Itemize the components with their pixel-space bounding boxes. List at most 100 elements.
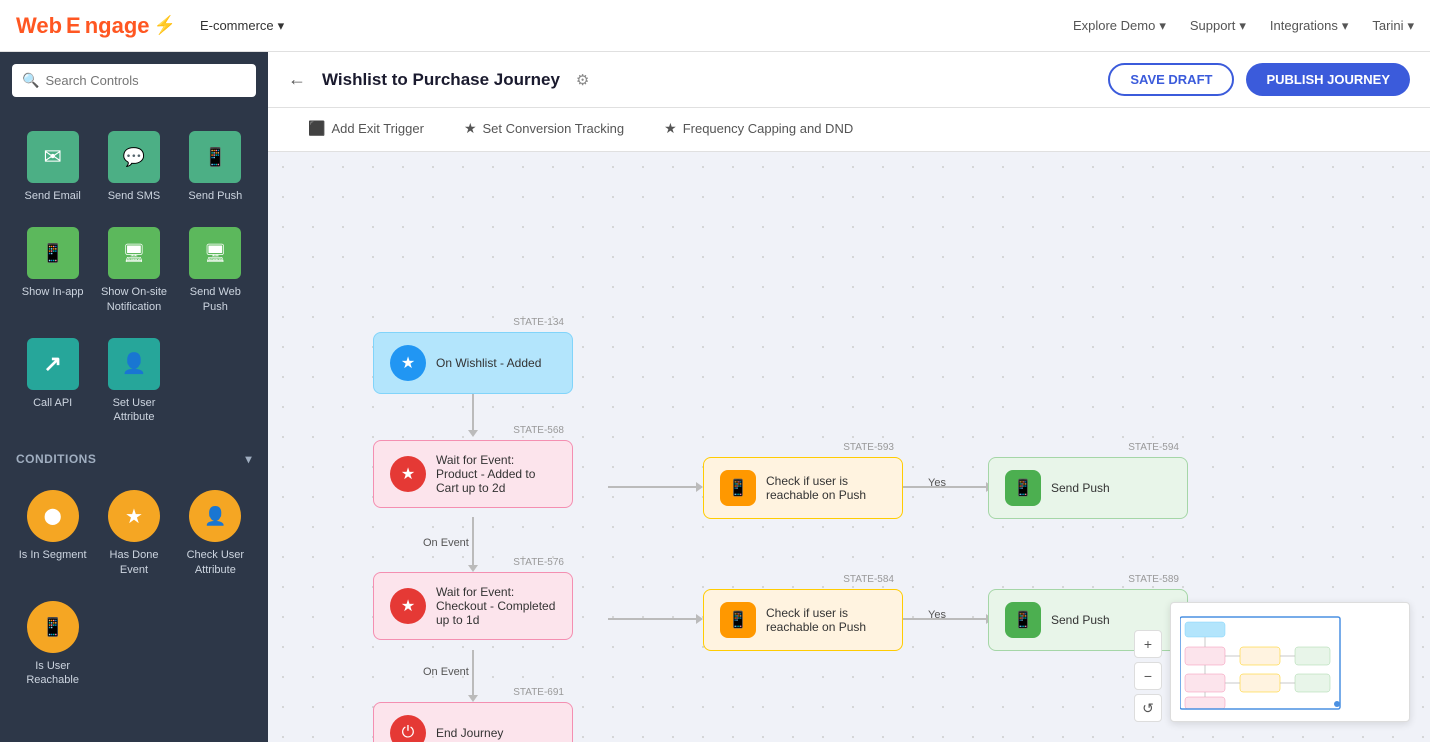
node-state-134[interactable]: STATE-134 ★ On Wishlist - Added [373,332,573,394]
zoom-in-button[interactable]: + [1134,630,1162,658]
state-593-label: Check if user is reachable on Push [766,474,886,502]
send-push-icon: 📱 [189,131,241,183]
send-web-push-icon: 🖥 [189,227,241,279]
wait2-star-icon: ★ [390,588,426,624]
sidebar-item-show-onsite[interactable]: 🖥 Show On-site Notification [93,213,174,324]
minimap-controls: + − ↺ [1134,630,1162,722]
state-584-id: STATE-584 [843,574,894,585]
send-email-icon: ✉ [27,131,79,183]
send-email-label: Send Email [25,189,81,203]
trigger-star-icon: ★ [390,345,426,381]
is-in-segment-label: Is In Segment [19,548,87,562]
state-134-id: STATE-134 [513,317,564,328]
sendpush1-id: STATE-594 [1128,442,1179,453]
logo-highlight: E [66,13,81,39]
content-area: ← Wishlist to Purchase Journey ⚙ SAVE DR… [268,52,1430,742]
sidebar-item-send-push[interactable]: 📱 Send Push [175,117,256,213]
has-done-event-label: Has Done Event [99,548,168,577]
on-event-label-2: On Event [423,666,469,678]
tab-conversion[interactable]: ★ Set Conversion Tracking [444,108,644,151]
minimap-svg [1180,612,1400,712]
show-onsite-label: Show On-site Notification [99,285,168,314]
conditions-header[interactable]: CONDITIONS ▾ [0,442,268,472]
ecommerce-dropdown[interactable]: E-commerce ▾ [200,18,284,34]
sidebar-item-has-done-event[interactable]: ★ Has Done Event [93,476,174,587]
support-dropdown[interactable]: Support ▾ [1190,18,1246,34]
yes-label-1: Yes [928,477,946,489]
user-chevron-icon: ▾ [1407,18,1414,34]
integrations-label: Integrations [1270,18,1338,33]
is-user-reachable-icon: 📱 [27,601,79,653]
header-actions: SAVE DRAFT PUBLISH JOURNEY [1108,63,1410,96]
conditions-chevron-icon: ▾ [245,452,252,466]
sidebar-item-send-web-push[interactable]: 🖥 Send Web Push [175,213,256,324]
node-state-576[interactable]: STATE-576 ★ Wait for Event: Checkout - C… [373,572,573,640]
send-sms-icon: 💬 [108,131,160,183]
journey-tabs: ⬛ Add Exit Trigger ★ Set Conversion Trac… [268,108,1430,152]
sidebar-item-send-sms[interactable]: 💬 Send SMS [93,117,174,213]
conditions-label: CONDITIONS [16,452,96,466]
sidebar-item-is-in-segment[interactable]: ⬤ Is In Segment [12,476,93,587]
sendpush1-icon: 📱 [1005,470,1041,506]
ecommerce-label: E-commerce [200,18,274,33]
node-sendpush-1[interactable]: STATE-594 📱 Send Push [988,457,1188,519]
zoom-out-button[interactable]: − [1134,662,1162,690]
tab-frequency[interactable]: ★ Frequency Capping and DND [644,108,873,151]
user-dropdown[interactable]: Tarini ▾ [1372,18,1414,34]
logo: WebEngage ⚡ [16,13,176,39]
state-568-id: STATE-568 [513,425,564,436]
publish-journey-button[interactable]: PUBLISH JOURNEY [1246,63,1410,96]
sendpush2-icon: 📱 [1005,602,1041,638]
state-134-label: On Wishlist - Added [436,356,541,370]
call-api-label: Call API [33,396,72,410]
explore-demo-dropdown[interactable]: Explore Demo ▾ [1073,18,1166,34]
sidebar-item-call-api[interactable]: ↗ Call API [12,324,93,435]
integrations-chevron-icon: ▾ [1342,18,1349,34]
sidebar-item-is-user-reachable[interactable]: 📱 Is User Reachable [12,587,93,698]
send-web-push-label: Send Web Push [181,285,250,314]
wait1-star-icon: ★ [390,456,426,492]
support-chevron-icon: ▾ [1239,18,1246,34]
node-state-568[interactable]: STATE-568 ★ Wait for Event: Product - Ad… [373,440,573,508]
node-state-691[interactable]: STATE-691 ⏻ End Journey [373,702,573,742]
back-button[interactable]: ← [288,69,306,90]
state-589-id: STATE-589 [1128,574,1179,585]
sidebar-item-send-email[interactable]: ✉ Send Email [12,117,93,213]
save-draft-button[interactable]: SAVE DRAFT [1108,63,1234,96]
node-state-584[interactable]: STATE-584 📱 Check if user is reachable o… [703,589,903,651]
check1-push-icon: 📱 [720,470,756,506]
frequency-icon: ★ [664,120,677,137]
on-event-label-1: On Event [423,537,469,549]
sidebar-item-show-inapp[interactable]: 📱 Show In-app [12,213,93,324]
send-push-label: Send Push [188,189,242,203]
sidebar-item-check-user-attribute[interactable]: 👤 Check User Attribute [175,476,256,587]
search-box[interactable]: 🔍 [12,64,256,97]
reset-button[interactable]: ↺ [1134,694,1162,722]
set-user-attribute-icon: 👤 [108,338,160,390]
sendpush1-label: Send Push [1051,481,1110,495]
support-label: Support [1190,18,1236,33]
show-inapp-label: Show In-app [22,285,84,299]
topnav: WebEngage ⚡ E-commerce ▾ Explore Demo ▾ … [0,0,1430,52]
main-container: 🔍 ✉ Send Email 💬 Send SMS 📱 Send Push 📱 … [0,52,1430,742]
state-576-id: STATE-576 [513,557,564,568]
journey-header: ← Wishlist to Purchase Journey ⚙ SAVE DR… [268,52,1430,108]
check-user-attribute-label: Check User Attribute [181,548,250,577]
conversion-icon: ★ [464,120,477,137]
settings-icon[interactable]: ⚙ [576,71,589,89]
sidebar-item-set-user-attribute[interactable]: 👤 Set User Attribute [93,324,174,435]
node-state-593[interactable]: STATE-593 📱 Check if user is reachable o… [703,457,903,519]
search-input[interactable] [45,73,246,88]
explore-demo-chevron-icon: ▾ [1159,18,1166,34]
is-in-segment-icon: ⬤ [27,490,79,542]
user-label: Tarini [1372,18,1403,33]
tab-frequency-label: Frequency Capping and DND [683,121,854,136]
canvas[interactable]: On Timeout Yes On Event On Timeout Yes O… [268,152,1430,742]
tab-exit-trigger[interactable]: ⬛ Add Exit Trigger [288,108,444,151]
search-icon: 🔍 [22,72,39,89]
conditions-grid: ⬤ Is In Segment ★ Has Done Event 👤 Check… [0,472,268,701]
minimap [1170,602,1410,722]
logo-symbol: ⚡ [154,15,176,36]
state-584-label: Check if user is reachable on Push [766,606,886,634]
integrations-dropdown[interactable]: Integrations ▾ [1270,18,1348,34]
